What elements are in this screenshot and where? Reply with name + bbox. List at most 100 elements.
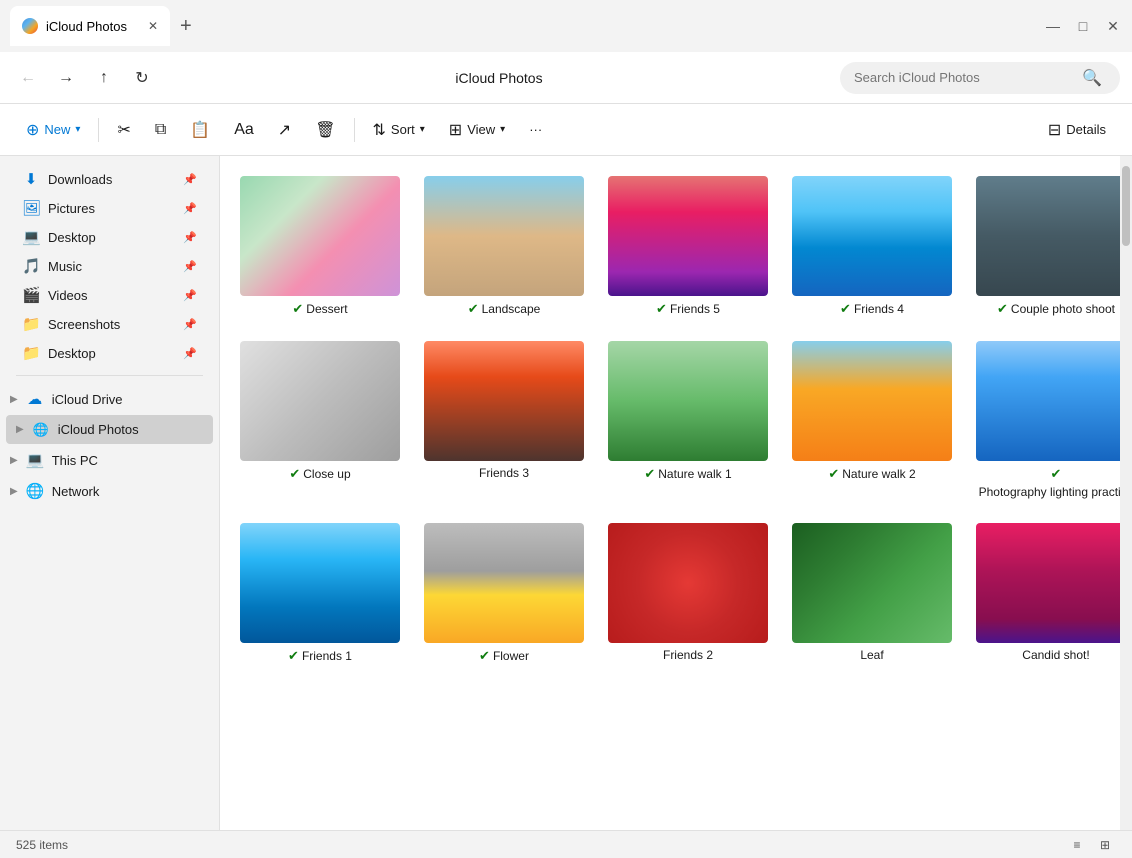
photo-item-photography[interactable]: ✔Photography lighting practice [976, 341, 1132, 499]
up-button[interactable]: ↑ [88, 62, 120, 94]
sidebar-item-screenshots[interactable]: 📁 Screenshots 📌 [6, 310, 213, 338]
toolbar-divider-1 [98, 118, 99, 142]
sidebar-group-icloud-photos[interactable]: ▶ 🌐 iCloud Photos [6, 415, 213, 444]
photo-thumb-leaf [792, 523, 952, 643]
photo-name-flower: Flower [493, 649, 529, 663]
view-label: View [467, 122, 495, 137]
sort-chevron-icon: ▾ [420, 124, 425, 135]
sidebar-group-network[interactable]: ▶ 🌐 Network [0, 476, 219, 506]
photo-name-friends4: Friends 4 [854, 302, 904, 316]
view-chevron-icon: ▾ [500, 124, 505, 135]
sidebar-item-downloads[interactable]: ⬇ Downloads 📌 [6, 165, 213, 193]
delete-button[interactable]: 🗑 [305, 112, 345, 148]
back-button[interactable]: ← [12, 62, 44, 94]
photo-item-dessert[interactable]: ✔Dessert [240, 176, 400, 317]
sidebar-label-downloads: Downloads [48, 172, 175, 187]
desktop2-icon: 📁 [22, 344, 40, 362]
active-tab[interactable]: iCloud Photos ✕ [10, 6, 170, 46]
view-button[interactable]: ⊞ View ▾ [439, 112, 515, 148]
search-area[interactable]: 🔍 [840, 62, 1120, 94]
photo-name-friends2: Friends 2 [663, 648, 713, 662]
photo-label-closeup: ✔Close up [289, 466, 350, 482]
new-tab-button[interactable]: + [170, 15, 202, 38]
tab-close-button[interactable]: ✕ [148, 19, 158, 33]
photo-item-couple[interactable]: ✔Couple photo shoot [976, 176, 1132, 317]
sidebar-group-icloud-drive[interactable]: ▶ ☁ iCloud Drive [0, 384, 219, 414]
photo-label-friends5: ✔Friends 5 [656, 301, 720, 317]
photo-thumb-couple [976, 176, 1132, 296]
photo-thumb-flower [424, 523, 584, 643]
list-view-button[interactable]: ≡ [1066, 834, 1088, 856]
photo-name-candid: Candid shot! [1022, 648, 1089, 662]
new-button[interactable]: ⊕ New ▾ [16, 112, 90, 148]
photo-item-closeup[interactable]: ✔Close up [240, 341, 400, 499]
this-pc-icon: 💻 [26, 451, 44, 469]
photo-item-friends4[interactable]: ✔Friends 4 [792, 176, 952, 317]
photo-label-naturewalk1: ✔Nature walk 1 [644, 466, 731, 482]
photo-thumb-naturewalk2 [792, 341, 952, 461]
close-button[interactable]: ✕ [1104, 17, 1122, 35]
sidebar-item-desktop[interactable]: 💻 Desktop 📌 [6, 223, 213, 251]
photo-label-friends4: ✔Friends 4 [840, 301, 904, 317]
sort-button[interactable]: ⇅ Sort ▾ [363, 112, 435, 148]
pin-icon-desktop: 📌 [183, 231, 197, 244]
cut-icon: ✂ [117, 120, 130, 140]
icloud-photos-chevron-icon: ▶ [16, 424, 24, 435]
copy-icon: ⧉ [155, 121, 166, 139]
photo-item-friends5[interactable]: ✔Friends 5 [608, 176, 768, 317]
sidebar-group-this-pc[interactable]: ▶ 💻 This PC [0, 445, 219, 475]
details-button[interactable]: ⊟ Details [1038, 112, 1116, 148]
rename-button[interactable]: Aa [224, 112, 264, 148]
sidebar-item-pictures[interactable]: 🖼 Pictures 📌 [6, 194, 213, 222]
icloud-drive-icon: ☁ [26, 390, 44, 408]
cut-button[interactable]: ✂ [107, 112, 140, 148]
photo-item-friends2[interactable]: Friends 2 [608, 523, 768, 664]
photo-name-dessert: Dessert [306, 302, 347, 316]
network-chevron-icon: ▶ [10, 486, 18, 497]
refresh-button[interactable]: ↻ [126, 62, 158, 94]
photo-name-friends1: Friends 1 [302, 649, 352, 663]
sidebar-separator [16, 375, 203, 376]
icloud-drive-label: iCloud Drive [52, 392, 123, 407]
photo-item-landscape[interactable]: ✔Landscape [424, 176, 584, 317]
photo-item-naturewalk2[interactable]: ✔Nature walk 2 [792, 341, 952, 499]
sidebar-label-videos: Videos [48, 288, 175, 303]
tab-favicon-icon [22, 18, 38, 34]
sidebar-item-videos[interactable]: 🎬 Videos 📌 [6, 281, 213, 309]
photo-item-leaf[interactable]: Leaf [792, 523, 952, 664]
scrollbar-thumb[interactable] [1122, 166, 1130, 246]
sidebar-item-desktop2[interactable]: 📁 Desktop 📌 [6, 339, 213, 367]
photo-label-naturewalk2: ✔Nature walk 2 [828, 466, 915, 482]
photo-item-flower[interactable]: ✔Flower [424, 523, 584, 664]
grid-view-button[interactable]: ⊞ [1094, 834, 1116, 856]
photo-item-friends1[interactable]: ✔Friends 1 [240, 523, 400, 664]
photo-name-naturewalk2: Nature walk 2 [842, 467, 915, 481]
search-icon: 🔍 [1082, 68, 1102, 88]
photo-name-friends5: Friends 5 [670, 302, 720, 316]
paste-button[interactable]: 📋 [180, 112, 220, 148]
scrollbar-track[interactable] [1120, 156, 1132, 830]
forward-button[interactable]: → [50, 62, 82, 94]
icloud-photos-label: iCloud Photos [58, 422, 139, 437]
pin-icon-pictures: 📌 [183, 202, 197, 215]
copy-button[interactable]: ⧉ [145, 112, 176, 148]
check-icon: ✔ [292, 301, 303, 317]
network-label: Network [52, 484, 100, 499]
pin-icon-desktop2: 📌 [183, 347, 197, 360]
sidebar-label-music: Music [48, 259, 175, 274]
minimize-button[interactable]: — [1044, 17, 1062, 35]
search-input[interactable] [854, 70, 1074, 85]
content-area: ✔Dessert✔Landscape✔Friends 5✔Friends 4✔C… [220, 156, 1132, 830]
icloud-photos-icon: 🌐 [32, 421, 50, 438]
maximize-button[interactable]: □ [1074, 17, 1092, 35]
photo-name-photography: Photography lighting practice [979, 485, 1132, 499]
more-button[interactable]: ··· [519, 112, 552, 148]
photo-item-naturewalk1[interactable]: ✔Nature walk 1 [608, 341, 768, 499]
check-icon: ✔ [840, 301, 851, 317]
sidebar-item-music[interactable]: 🎵 Music 📌 [6, 252, 213, 280]
share-button[interactable]: ↗ [268, 112, 301, 148]
photo-item-friends3[interactable]: Friends 3 [424, 341, 584, 499]
photo-label-friends1: ✔Friends 1 [288, 648, 352, 664]
photo-label-landscape: ✔Landscape [468, 301, 541, 317]
photo-item-candid[interactable]: Candid shot! [976, 523, 1132, 664]
